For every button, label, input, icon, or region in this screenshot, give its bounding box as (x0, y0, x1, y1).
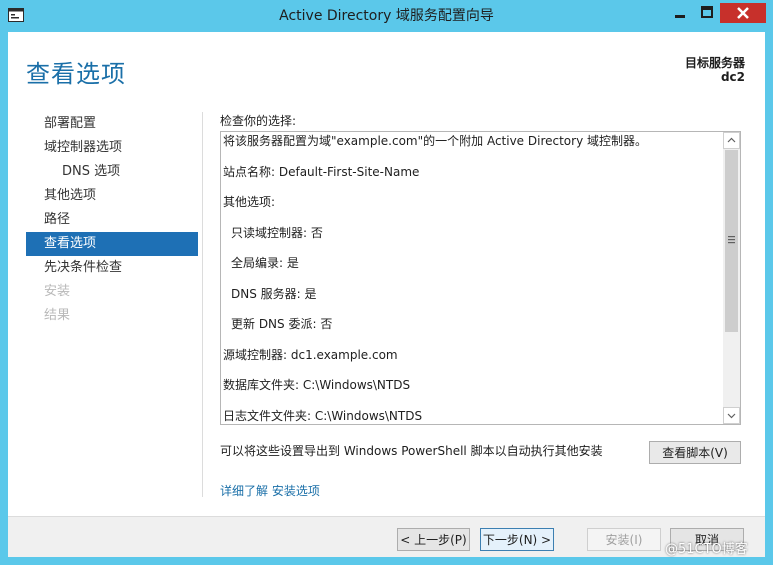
review-line-dns-server: DNS 服务器: 是 (231, 287, 317, 301)
review-scrollbar[interactable] (723, 132, 740, 424)
window-title: Active Directory 域服务配置向导 (279, 8, 494, 24)
review-text-box[interactable]: 将该服务器配置为域"example.com"的一个附加 Active Direc… (220, 131, 741, 425)
review-line-site: 站点名称: Default-First-Site-Name (223, 165, 420, 179)
previous-button[interactable]: < 上一步(P) (397, 528, 470, 551)
wizard-content: 查看选项 目标服务器 dc2 部署配置 域控制器选项 DNS 选项 其他选项 路… (8, 32, 765, 557)
scroll-down-button[interactable] (723, 407, 740, 424)
view-script-button[interactable]: 查看脚本(V) (649, 441, 741, 464)
close-button[interactable] (720, 3, 766, 23)
chevron-up-icon (727, 137, 736, 143)
nav-item-additional-options[interactable]: 其他选项 (26, 184, 198, 208)
review-line-summary: 将该服务器配置为域"example.com"的一个附加 Active Direc… (223, 134, 648, 148)
nav-item-results: 结果 (44, 308, 71, 323)
chevron-down-icon (727, 413, 736, 419)
review-line-log-folder: 日志文件文件夹: C:\Windows\NTDS (223, 409, 423, 423)
close-icon (737, 7, 749, 19)
next-button[interactable]: 下一步(N) > (480, 528, 554, 551)
nav-item-paths[interactable]: 路径 (26, 208, 198, 232)
nav-item-review-options[interactable]: 查看选项 (26, 232, 198, 256)
maximize-icon (701, 6, 713, 18)
minimize-icon (675, 15, 685, 18)
grip-icon (728, 236, 735, 244)
install-button: 安装(I) (587, 528, 661, 551)
learn-more-link[interactable]: 详细了解 安装选项 (220, 482, 320, 499)
wizard-footer: < 上一步(P) 下一步(N) > 安装(I) 取消 (8, 516, 765, 557)
nav-item-installation: 安装 (44, 284, 71, 299)
nav-divider (202, 112, 203, 497)
review-label: 检查你的选择: (220, 114, 297, 128)
scroll-thumb[interactable] (725, 150, 738, 332)
nav-item-dns-options[interactable]: DNS 选项 (26, 160, 198, 184)
review-line-gc: 全局编录: 是 (231, 256, 299, 270)
wizard-nav: 部署配置 域控制器选项 DNS 选项 其他选项 路径 查看选项 先决条件检查 安… (26, 112, 198, 328)
nav-item-dc-options[interactable]: 域控制器选项 (26, 136, 198, 160)
review-line-source-dc: 源域控制器: dc1.example.com (223, 348, 398, 362)
maximize-button[interactable] (694, 3, 720, 23)
export-description: 可以将这些设置导出到 Windows PowerShell 脚本以自动执行其他安… (220, 444, 603, 458)
scroll-up-button[interactable] (723, 132, 740, 149)
minimize-button[interactable] (666, 3, 694, 23)
target-server-name: dc2 (720, 70, 745, 84)
page-title: 查看选项 (26, 60, 126, 88)
wizard-window: Active Directory 域服务配置向导 查看选项 目标服务器 dc2 … (0, 0, 773, 565)
review-line-db-folder: 数据库文件夹: C:\Windows\NTDS (223, 378, 411, 392)
review-line-dns-delegation: 更新 DNS 委派: 否 (231, 317, 333, 331)
nav-item-prerequisites[interactable]: 先决条件检查 (26, 256, 198, 280)
nav-item-deployment[interactable]: 部署配置 (26, 112, 198, 136)
title-bar[interactable]: Active Directory 域服务配置向导 (0, 0, 773, 32)
target-server-label: 目标服务器 (684, 56, 745, 70)
review-line-other-options: 其他选项: (223, 195, 276, 209)
watermark: @51CTO博客 (665, 542, 748, 557)
review-line-rodc: 只读域控制器: 否 (231, 226, 323, 240)
